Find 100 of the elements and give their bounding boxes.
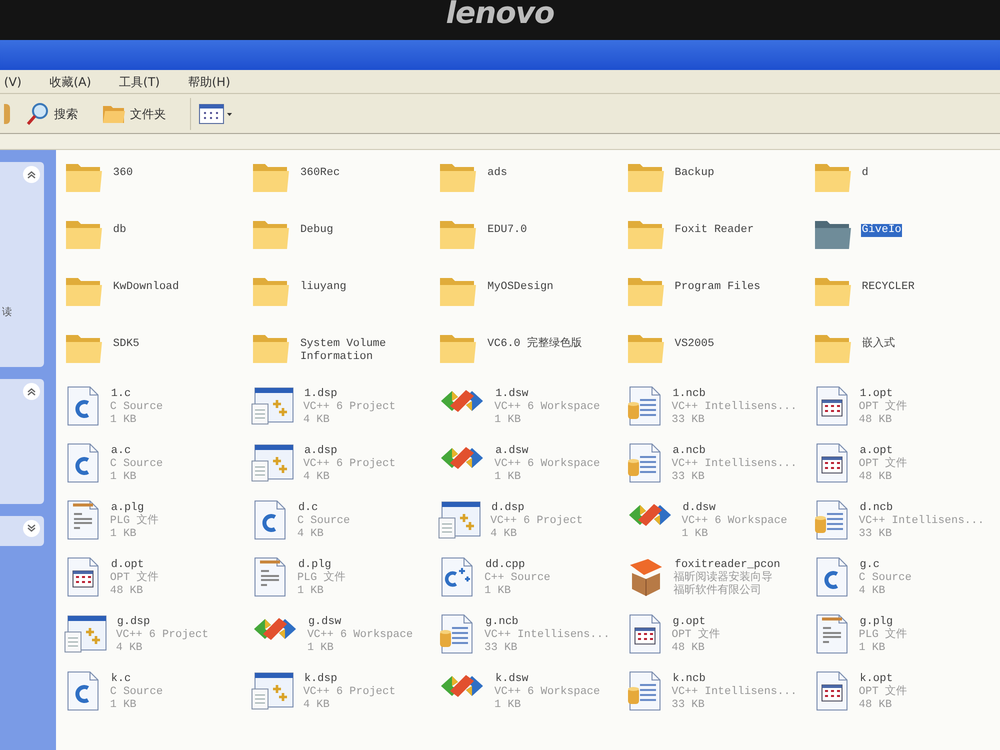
file-name[interactable]: 1.dsw (494, 388, 530, 401)
file-name[interactable]: d.dsp (490, 502, 526, 515)
file-detail: VC++ Intellisens... (672, 686, 798, 699)
file-detail: 4 KB (303, 699, 331, 712)
project-window-icon (64, 614, 108, 654)
file-detail: 4 KB (858, 585, 886, 598)
search-icon (26, 102, 50, 126)
file-name[interactable]: g.ncb (484, 616, 520, 629)
file-detail: 1 KB (110, 528, 138, 541)
file-name[interactable]: g.dsp (116, 616, 152, 629)
file-detail: 4 KB (303, 471, 331, 484)
file-name[interactable]: Debug (299, 224, 334, 237)
file-name[interactable]: VC6.0 完整绿色版 (486, 338, 583, 351)
file-detail: PLG 文件 (858, 629, 908, 642)
file-name[interactable]: d.ncb (858, 502, 894, 515)
file-name[interactable]: Foxit Reader (674, 224, 755, 237)
file-detail: VC++ Intellisens... (858, 515, 984, 528)
file-name[interactable]: 360Rec (299, 167, 341, 180)
file-name[interactable]: 1.opt (858, 388, 894, 401)
file-name[interactable]: a.dsp (303, 445, 338, 458)
file-name[interactable]: k.ncb (672, 673, 707, 686)
file-name[interactable]: KwDownload (112, 281, 180, 294)
file-detail: 福昕阅读器安装向导 (674, 572, 774, 584)
file-name[interactable]: liuyang (299, 281, 348, 294)
view-grid-icon (199, 104, 233, 124)
file-detail: PLG 文件 (110, 515, 158, 528)
file-name[interactable]: k.opt (858, 673, 894, 686)
collapse-toggle-button[interactable] (23, 520, 40, 537)
file-detail: 1 KB (110, 414, 138, 427)
file-name[interactable]: d (860, 167, 870, 180)
file-name[interactable]: a.ncb (672, 445, 707, 458)
file-name[interactable]: EDU7.0 (486, 224, 528, 237)
file-name[interactable]: g.dsw (307, 616, 342, 629)
file-detail: OPT 文件 (858, 686, 908, 699)
file-detail: 1 KB (494, 699, 522, 712)
file-name[interactable]: g.opt (672, 616, 707, 629)
file-name[interactable]: a.opt (858, 445, 894, 458)
file-name[interactable]: ads (486, 167, 508, 180)
project-window-icon (438, 500, 482, 540)
file-detail: 1 KB (494, 471, 522, 484)
file-name[interactable]: 1.c (110, 388, 132, 401)
file-detail: 福昕软件有限公司 (674, 585, 763, 598)
file-detail: 4 KB (490, 528, 518, 541)
file-name[interactable]: System Volume Information (299, 338, 434, 364)
file-detail: VC++ Intellisens... (672, 458, 798, 471)
menu-item[interactable]: 帮助(H) (188, 72, 230, 90)
file-detail: C Source (110, 686, 163, 699)
file-detail: 4 KB (297, 528, 325, 541)
file-name[interactable]: 1.ncb (672, 388, 707, 401)
menu-item[interactable]: 工具(T) (119, 72, 160, 90)
file-name[interactable]: Backup (674, 167, 716, 180)
file-name[interactable]: RECYCLER (860, 281, 916, 294)
file-name[interactable]: foxitreader_pcon (674, 559, 782, 572)
file-name[interactable]: k.dsw (494, 673, 530, 686)
file-detail: 1 KB (484, 585, 512, 598)
file-name[interactable]: GiveIo (860, 224, 902, 237)
file-detail: 33 KB (484, 642, 518, 655)
file-name[interactable]: d.dsw (682, 502, 717, 515)
file-name[interactable]: k.dsp (303, 673, 338, 686)
menu-item[interactable]: 收藏(A) (50, 72, 92, 90)
file-detail: VC++ 6 Project (116, 629, 208, 642)
menu-item[interactable]: (V) (4, 72, 22, 90)
file-detail: C Source (858, 572, 912, 585)
collapse-toggle-button[interactable] (23, 383, 40, 400)
file-name[interactable]: dd.cpp (484, 559, 526, 572)
file-name[interactable]: db (112, 224, 128, 237)
file-detail: VC++ Intellisens... (672, 401, 798, 414)
toolbar-button[interactable]: 文件夹 (94, 98, 174, 130)
task-pane-text: 读 (2, 306, 13, 320)
file-detail: 1 KB (297, 585, 325, 598)
file-name[interactable]: a.c (110, 445, 132, 458)
file-detail: 33 KB (672, 414, 706, 427)
file-name[interactable]: d.plg (297, 559, 332, 572)
file-detail: 48 KB (858, 471, 893, 484)
file-name[interactable]: VS2005 (674, 338, 716, 351)
file-detail: 1 KB (307, 642, 335, 655)
file-detail: VC++ 6 Project (303, 401, 396, 414)
file-detail: 1 KB (858, 642, 886, 655)
file-name[interactable]: SDK5 (112, 338, 140, 351)
file-name[interactable]: a.dsw (494, 445, 530, 458)
file-name[interactable]: g.c (858, 559, 881, 572)
file-name[interactable]: g.plg (858, 616, 894, 629)
file-detail: 4 KB (116, 642, 144, 655)
file-name[interactable]: d.opt (110, 559, 146, 572)
file-name[interactable]: k.c (110, 673, 132, 686)
file-name[interactable]: Program Files (674, 281, 762, 294)
file-detail: OPT 文件 (858, 401, 908, 414)
file-detail: 48 KB (858, 414, 893, 427)
file-name[interactable]: MyOSDesign (486, 281, 554, 294)
file-detail: 48 KB (858, 699, 893, 712)
toolbar-button[interactable]: 搜索 (18, 98, 86, 130)
file-name[interactable]: 1.dsp (303, 388, 338, 401)
file-detail: 1 KB (110, 699, 138, 712)
file-detail: C Source (297, 515, 350, 528)
file-detail: VC++ 6 Project (303, 458, 396, 471)
collapse-toggle-button[interactable] (23, 166, 40, 183)
file-name[interactable]: a.plg (110, 502, 146, 515)
file-name[interactable]: 嵌入式 (860, 338, 896, 351)
file-name[interactable]: d.c (297, 502, 319, 515)
file-name[interactable]: 360 (112, 167, 134, 180)
